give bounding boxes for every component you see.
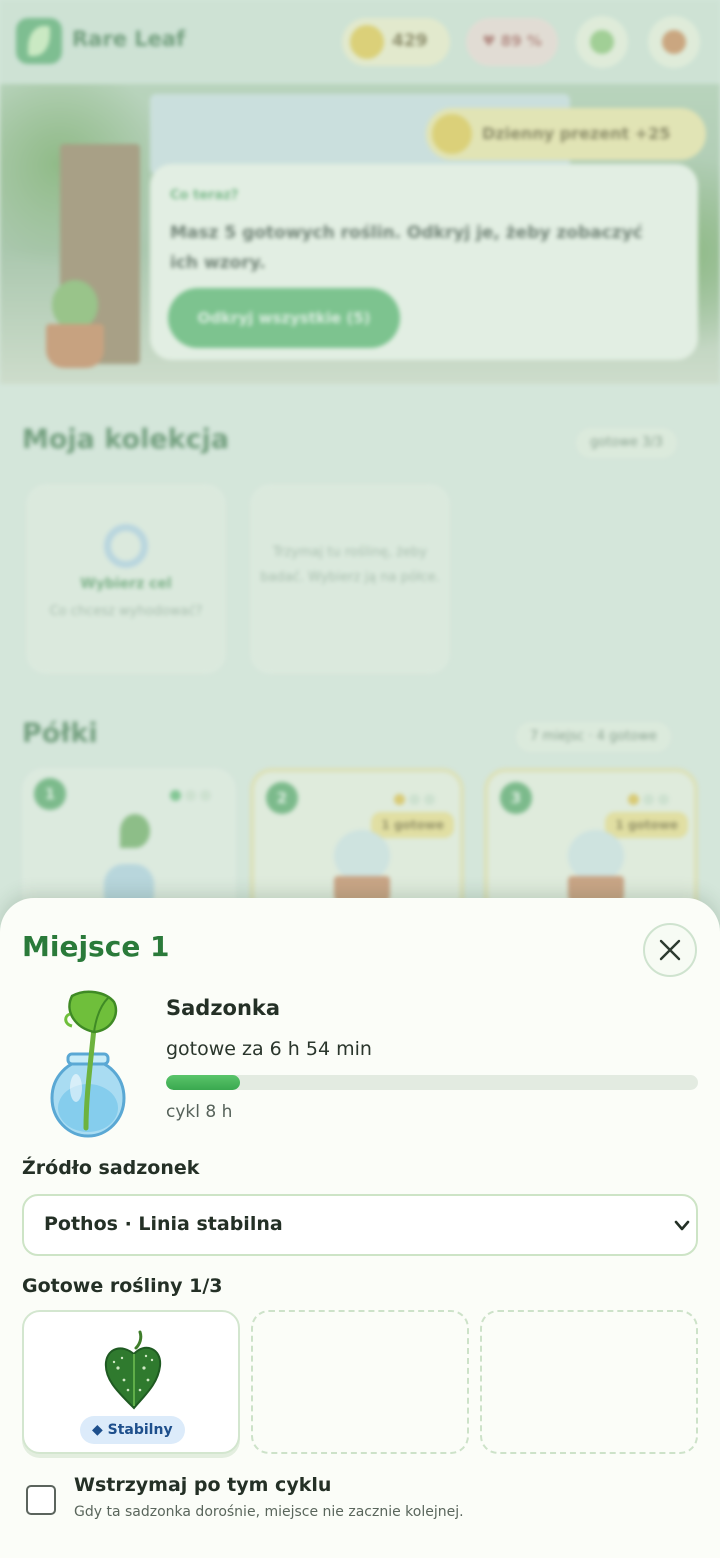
source-label: Źródło sadzonek bbox=[22, 1157, 200, 1179]
growth-progress-fill bbox=[166, 1075, 241, 1090]
close-icon bbox=[659, 939, 681, 961]
sheet-title: Miejsce 1 bbox=[22, 930, 170, 963]
close-button[interactable] bbox=[643, 923, 697, 977]
stable-badge: ◆ Stabilny bbox=[80, 1416, 185, 1444]
ready-plant-slot-3 bbox=[480, 1310, 698, 1454]
cutting-in-jar-icon bbox=[50, 990, 126, 1138]
pause-after-cycle-checkbox[interactable] bbox=[26, 1485, 56, 1515]
ready-plant-slot-2 bbox=[251, 1310, 469, 1454]
ready-plant-slot-1[interactable]: ◆ Stabilny bbox=[22, 1310, 240, 1454]
ready-plants-label: Gotowe rośliny 1/3 bbox=[22, 1275, 223, 1297]
time-remaining: gotowe za 6 h 54 min bbox=[166, 1038, 372, 1060]
cutting-source-select[interactable]: Pothos · Linia stabilna bbox=[22, 1194, 698, 1256]
pause-description: Gdy ta sadzonka dorośnie, miejsce nie za… bbox=[74, 1504, 464, 1520]
pause-title: Wstrzymaj po tym cyklu bbox=[74, 1474, 332, 1496]
pothos-leaf-icon bbox=[104, 1330, 162, 1410]
cycle-length: cykl 8 h bbox=[166, 1102, 233, 1122]
stage-name: Sadzonka bbox=[166, 996, 281, 1020]
selected-source: Pothos · Linia stabilna bbox=[44, 1213, 283, 1235]
chevron-down-icon bbox=[674, 1220, 690, 1231]
slot-details-sheet: Miejsce 1 Sadzonka gotowe za 6 h 54 min … bbox=[0, 898, 720, 1558]
growth-progress-bar bbox=[166, 1075, 698, 1090]
